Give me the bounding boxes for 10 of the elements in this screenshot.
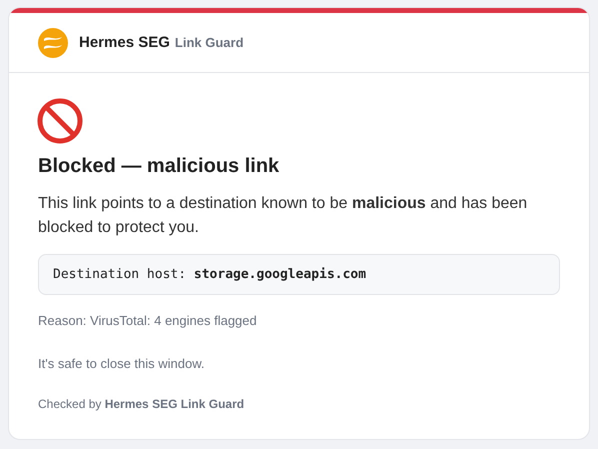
brand-name: Hermes SEG	[79, 34, 170, 51]
footer-text: Checked by Hermes SEG Link Guard	[38, 397, 246, 411]
close-note: It's safe to close this window.	[38, 356, 206, 371]
destination-host: Destination host: storage.googleapis.com	[38, 254, 560, 295]
product-name: Link Guard	[174, 35, 244, 50]
logo-icon	[38, 28, 68, 58]
reason-text: Reason: VirusTotal: 4 engines flagged	[38, 313, 258, 328]
prohibited-icon	[36, 97, 84, 145]
block-message: This link points to a destination known to be malicious and has been blocked to protect you.	[38, 194, 528, 238]
page-title: Blocked — malicious link	[38, 155, 280, 178]
